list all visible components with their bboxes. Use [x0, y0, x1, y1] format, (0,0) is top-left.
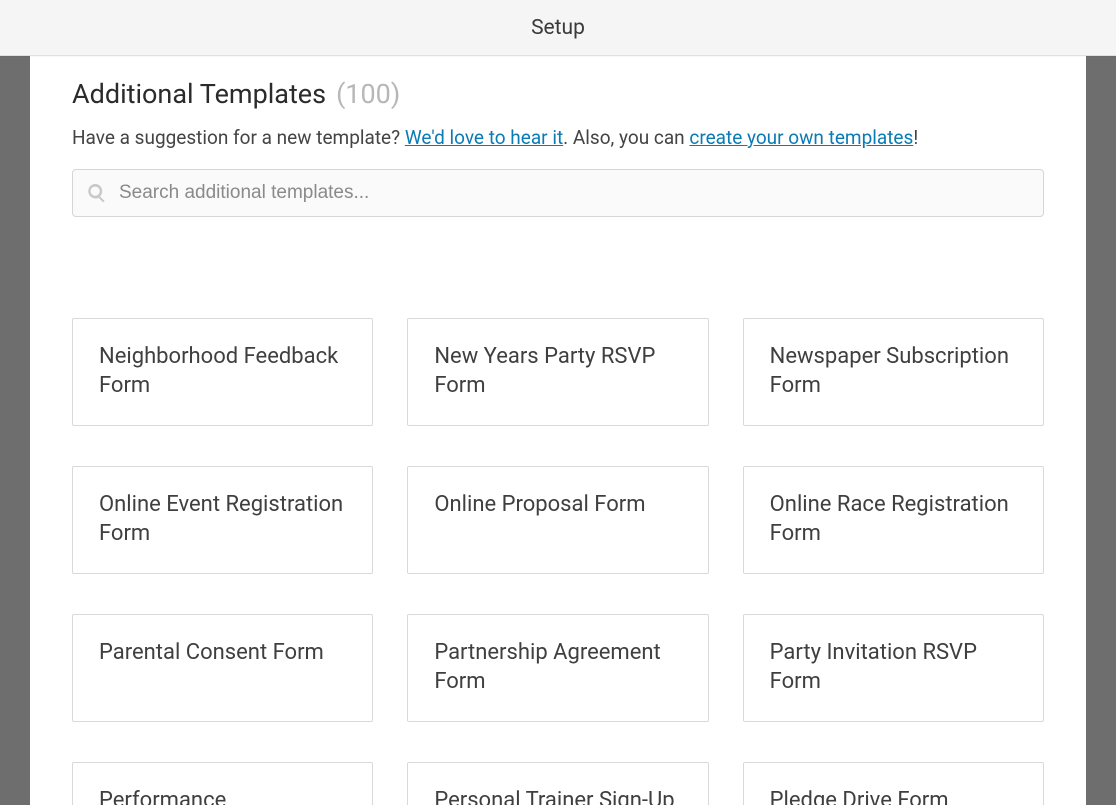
- template-card[interactable]: Online Proposal Form: [407, 466, 708, 574]
- template-card-title: Newspaper Subscription Form: [770, 343, 1017, 400]
- main-panel: Additional Templates (100) Have a sugges…: [30, 56, 1086, 805]
- templates-scroll-area[interactable]: Neighborhood Feedback Form New Years Par…: [30, 288, 1086, 805]
- template-card-title: Personal Trainer Sign-Up Form: [434, 787, 681, 805]
- template-card-title: Online Event Registration Form: [99, 491, 346, 548]
- search-input[interactable]: [72, 169, 1044, 217]
- search-icon: [86, 182, 108, 204]
- template-card[interactable]: Newspaper Subscription Form: [743, 318, 1044, 426]
- suggestion-link[interactable]: We'd love to hear it: [405, 126, 563, 149]
- template-card[interactable]: New Years Party RSVP Form: [407, 318, 708, 426]
- template-card-title: Performance Improvement Plan Form: [99, 787, 346, 805]
- subtitle-mid: . Also, you can: [563, 126, 689, 149]
- template-card[interactable]: Online Race Registration Form: [743, 466, 1044, 574]
- template-card[interactable]: Parental Consent Form: [72, 614, 373, 722]
- topbar-title: Setup: [531, 16, 585, 40]
- subtitle-prefix: Have a suggestion for a new template?: [72, 126, 405, 149]
- template-card[interactable]: Partnership Agreement Form: [407, 614, 708, 722]
- template-card-title: Parental Consent Form: [99, 639, 324, 668]
- page-title: Additional Templates (100): [72, 78, 1044, 110]
- template-card[interactable]: Pledge Drive Form: [743, 762, 1044, 805]
- template-card[interactable]: Online Event Registration Form: [72, 466, 373, 574]
- template-card-title: Pledge Drive Form: [770, 787, 949, 805]
- template-card[interactable]: Neighborhood Feedback Form: [72, 318, 373, 426]
- search-wrap: [72, 169, 1044, 217]
- page-title-count: (100): [336, 78, 400, 110]
- content-header: Additional Templates (100) Have a sugges…: [30, 56, 1086, 217]
- topbar: Setup: [0, 0, 1116, 56]
- template-card-title: Party Invitation RSVP Form: [770, 639, 1017, 696]
- template-card-title: Online Proposal Form: [434, 491, 645, 520]
- template-card[interactable]: Personal Trainer Sign-Up Form: [407, 762, 708, 805]
- template-card[interactable]: Performance Improvement Plan Form: [72, 762, 373, 805]
- subtitle-suffix: !: [913, 126, 918, 149]
- template-card-title: New Years Party RSVP Form: [434, 343, 681, 400]
- template-card-title: Neighborhood Feedback Form: [99, 343, 346, 400]
- create-templates-link[interactable]: create your own templates: [689, 126, 913, 149]
- templates-grid: Neighborhood Feedback Form New Years Par…: [72, 318, 1044, 805]
- page-title-text: Additional Templates: [72, 78, 326, 110]
- template-card-title: Partnership Agreement Form: [434, 639, 681, 696]
- template-card-title: Online Race Registration Form: [770, 491, 1017, 548]
- template-card[interactable]: Party Invitation RSVP Form: [743, 614, 1044, 722]
- subtitle: Have a suggestion for a new template? We…: [72, 126, 1044, 149]
